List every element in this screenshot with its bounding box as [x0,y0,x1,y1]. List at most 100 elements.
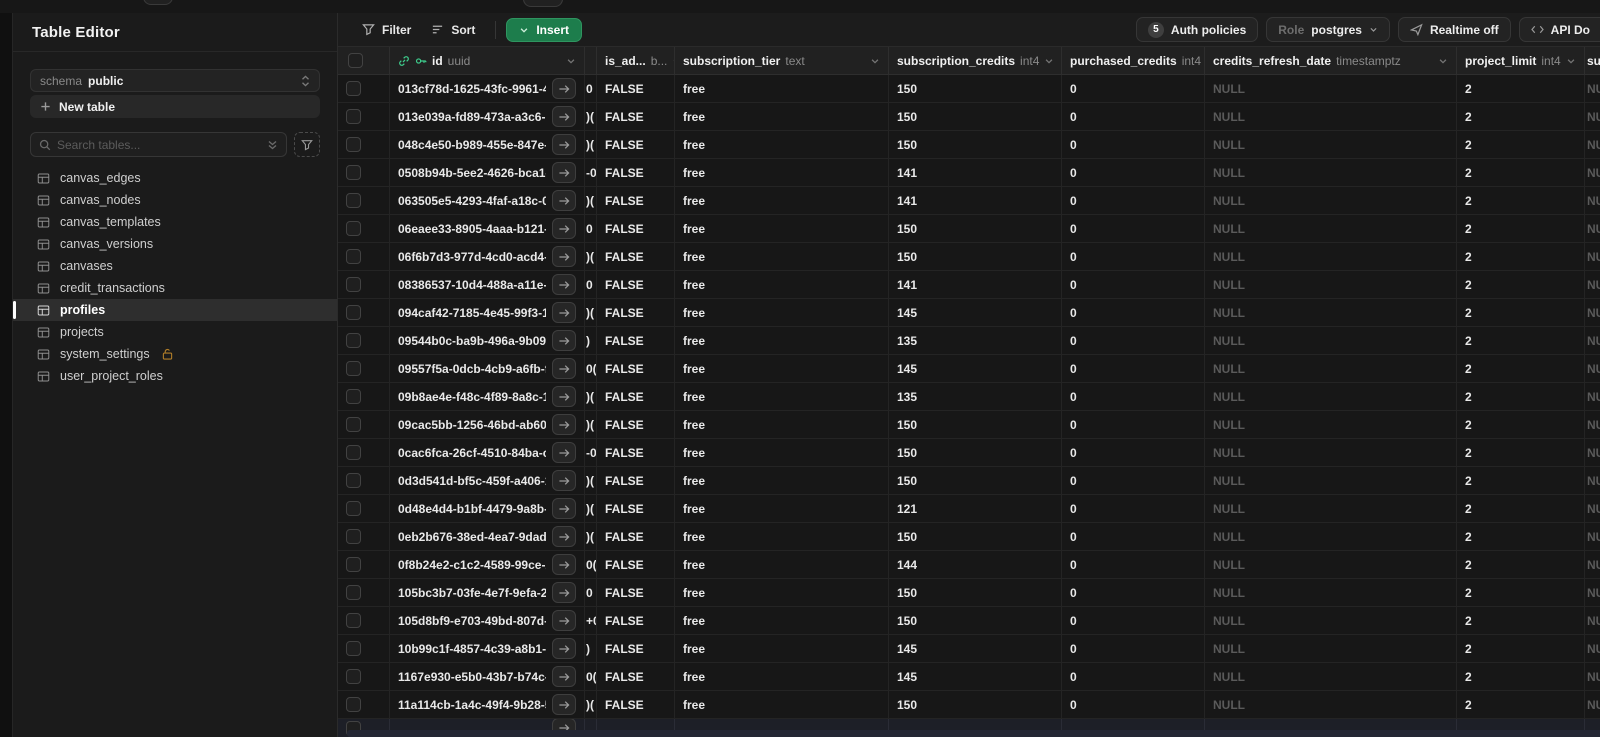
cell-credits-refresh-date[interactable]: NULL [1205,551,1457,578]
cell-subscription-credits[interactable]: 150 [889,467,1062,494]
cell-credits-refresh-date[interactable]: NULL [1205,103,1457,130]
cell-is-admin[interactable]: FALSE [597,523,675,550]
insert-button[interactable]: Insert [506,17,583,42]
cell-is-admin[interactable]: FALSE [597,383,675,410]
expand-row-button[interactable] [552,358,576,379]
cell-subscription-tier[interactable]: free [675,523,889,550]
row-checkbox[interactable] [346,417,361,432]
cell-project-limit[interactable]: 2 [1457,635,1585,662]
row-checkbox[interactable] [346,669,361,684]
cell-credits-refresh-date[interactable]: NULL [1205,411,1457,438]
schema-select[interactable]: schema public [30,69,320,92]
cell-project-limit[interactable]: 2 [1457,523,1585,550]
expand-row-button[interactable] [552,246,576,267]
cell-subscription-tier[interactable]: free [675,495,889,522]
row-checkbox[interactable] [346,613,361,628]
cell-is-admin[interactable]: FALSE [597,691,675,718]
realtime-toggle-button[interactable]: Realtime off [1397,17,1511,42]
cell-project-limit[interactable]: 2 [1457,159,1585,186]
cell-purchased-credits[interactable]: 0 [1062,187,1205,214]
cell-credits-refresh-date[interactable]: NULL [1205,131,1457,158]
cell-clipped[interactable]: 0( [585,663,597,690]
sidebar-item-canvas_nodes[interactable]: canvas_nodes [13,189,337,211]
cell-subscription-credits[interactable]: 150 [889,75,1062,102]
expand-row-button[interactable] [552,386,576,407]
cell-clipped[interactable]: )( [585,691,597,718]
cell-id[interactable]: 09544b0c-ba9b-496a-9b09-244... [390,327,585,354]
cell-credits-refresh-date[interactable]: NULL [1205,467,1457,494]
cell-clipped[interactable]: 0 [585,75,597,102]
cell-clipped-right[interactable]: NULL [1585,103,1600,130]
cell-subscription-credits[interactable]: 150 [889,243,1062,270]
column-header-subscription-tier[interactable]: subscription_tier text [675,47,889,74]
cell-clipped-right[interactable]: NULL [1585,607,1600,634]
sidebar-item-user_project_roles[interactable]: user_project_roles [13,365,337,387]
cell-subscription-credits[interactable]: 141 [889,159,1062,186]
cell-purchased-credits[interactable]: 0 [1062,327,1205,354]
cell-purchased-credits[interactable]: 0 [1062,411,1205,438]
sidebar-item-credit_transactions[interactable]: credit_transactions [13,277,337,299]
sidebar-item-canvas_edges[interactable]: canvas_edges [13,167,337,189]
cell-subscription-tier[interactable]: free [675,159,889,186]
row-checkbox[interactable] [346,445,361,460]
sidebar-item-canvas_templates[interactable]: canvas_templates [13,211,337,233]
expand-row-button[interactable] [552,302,576,323]
cell-id[interactable]: 063505e5-4293-4faf-a18c-0e65b... [390,187,585,214]
cell-subscription-tier[interactable]: free [675,411,889,438]
cell-clipped[interactable]: +0 [585,607,597,634]
cell-is-admin[interactable]: FALSE [597,607,675,634]
cell-id[interactable]: 013cf78d-1625-43fc-9961-442189... [390,75,585,102]
cell-subscription-tier[interactable]: free [675,131,889,158]
cell-subscription-tier[interactable]: free [675,607,889,634]
cell-is-admin[interactable]: FALSE [597,495,675,522]
expand-row-button[interactable] [552,274,576,295]
cell-subscription-credits[interactable]: 150 [889,103,1062,130]
column-header-project-limit[interactable]: project_limit int4 [1457,47,1585,74]
cell-subscription-credits[interactable]: 121 [889,495,1062,522]
cell-credits-refresh-date[interactable]: NULL [1205,215,1457,242]
cell-purchased-credits[interactable]: 0 [1062,131,1205,158]
cell-clipped[interactable]: )( [585,383,597,410]
cell-credits-refresh-date[interactable]: NULL [1205,383,1457,410]
cell-purchased-credits[interactable]: 0 [1062,523,1205,550]
cell-is-admin[interactable]: FALSE [597,243,675,270]
cell-credits-refresh-date[interactable]: NULL [1205,607,1457,634]
cell-subscription-credits[interactable]: 145 [889,355,1062,382]
cell-clipped[interactable]: )( [585,495,597,522]
cell-credits-refresh-date[interactable]: NULL [1205,243,1457,270]
cell-is-admin[interactable]: FALSE [597,579,675,606]
cell-clipped-right[interactable]: NULL [1585,355,1600,382]
expand-row-button[interactable] [552,582,576,603]
cell-id[interactable]: 013e039a-fd89-473a-a3c6-ccfa9... [390,103,585,130]
cell-id[interactable]: 0eb2b676-38ed-4ea7-9dad-38e6... [390,523,585,550]
cell-subscription-credits[interactable]: 135 [889,383,1062,410]
cell-project-limit[interactable]: 2 [1457,467,1585,494]
cell-subscription-tier[interactable]: free [675,243,889,270]
chevron-down-icon[interactable] [1438,56,1448,66]
sort-button[interactable]: Sort [421,17,485,43]
row-checkbox[interactable] [346,81,361,96]
cell-is-admin[interactable]: FALSE [597,327,675,354]
cell-clipped[interactable]: )( [585,523,597,550]
cell-is-admin[interactable]: FALSE [597,299,675,326]
cell-project-limit[interactable]: 2 [1457,299,1585,326]
cell-id[interactable]: 0cac6fca-26cf-4510-84ba-c4580... [390,439,585,466]
cell-project-limit[interactable]: 2 [1457,383,1585,410]
cell-purchased-credits[interactable]: 0 [1062,243,1205,270]
cell-id[interactable]: 06f6b7d3-977d-4cd0-acd4-4a78... [390,243,585,270]
cell-subscription-tier[interactable]: free [675,355,889,382]
expand-row-button[interactable] [552,470,576,491]
cell-clipped-right[interactable]: NULL [1585,327,1600,354]
cell-is-admin[interactable]: FALSE [597,355,675,382]
column-header-subscription-credits[interactable]: subscription_credits int4 [889,47,1062,74]
chevron-down-icon[interactable] [566,56,576,66]
column-header-credits-refresh-date[interactable]: credits_refresh_date timestamptz [1205,47,1457,74]
cell-project-limit[interactable]: 2 [1457,215,1585,242]
cell-is-admin[interactable]: FALSE [597,635,675,662]
cell-subscription-tier[interactable]: free [675,691,889,718]
row-checkbox[interactable] [346,585,361,600]
cell-clipped[interactable]: )( [585,131,597,158]
cell-id[interactable]: 08386537-10d4-488a-a11e-eb5a6... [390,271,585,298]
cell-is-admin[interactable]: FALSE [597,551,675,578]
row-checkbox[interactable] [346,389,361,404]
